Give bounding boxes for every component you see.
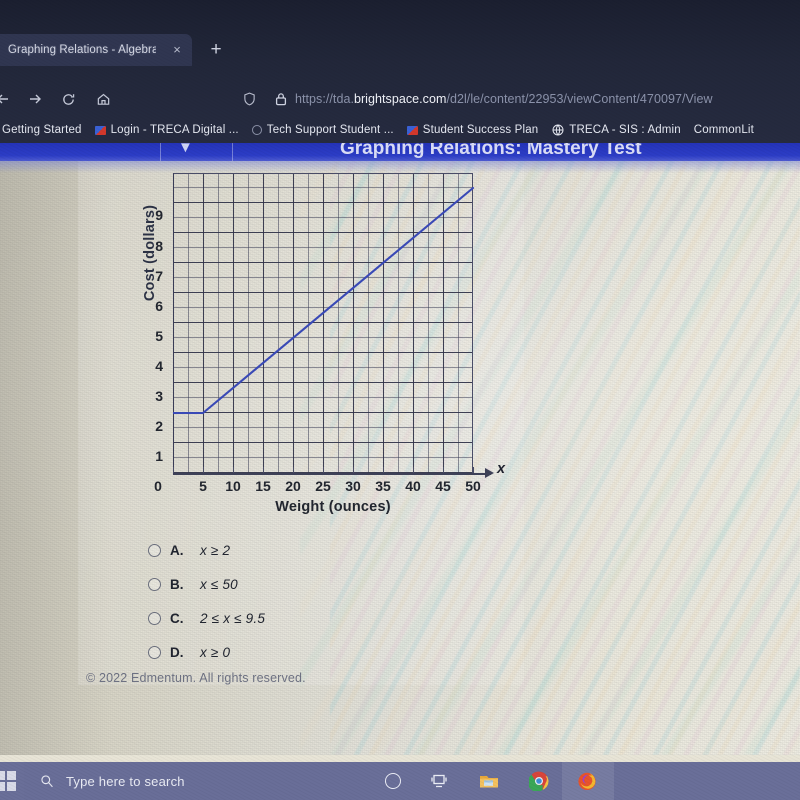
radio-button-d[interactable] [148,645,161,659]
x-tick-15: 15 [255,478,271,494]
x-tick-50: 50 [465,478,481,494]
bookmark-treca-sis-admin[interactable]: TRECA - SIS : Admin [551,124,681,137]
bookmark-label: Getting Started [2,124,82,136]
option-text: x ≤ 50 [200,576,238,592]
globe-icon [551,124,564,137]
file-explorer-icon[interactable] [478,770,500,792]
x-axis [173,473,491,475]
bookmark-label: TRECA - SIS : Admin [569,124,681,136]
url-path: /d2l/le/content/22953/viewContent/470097… [446,92,713,106]
bookmark-login-treca-digital[interactable]: Login - TRECA Digital ... [94,124,239,136]
option-letter: D. [170,644,184,660]
ssp-favicon-icon [406,125,418,135]
home-icon[interactable] [90,85,116,113]
browser-nav-row: https://tda.brightspace.com/d2l/le/conte… [0,85,800,115]
option-letter: C. [170,610,184,626]
x-tick-35: 35 [375,478,391,494]
header-divider [160,143,161,161]
task-view-icon[interactable] [428,770,450,792]
y-tick-4: 4 [155,358,163,374]
address-bar[interactable]: https://tda.brightspace.com/d2l/le/conte… [295,88,800,110]
radio-button-b[interactable] [148,577,161,591]
y-tick-1: 1 [155,448,163,464]
radio-button-c[interactable] [148,611,161,625]
page-viewport: ▼ Graphing Relations: Mastery Test Cost … [0,143,800,755]
bookmark-label: Student Success Plan [422,124,539,136]
x-tick-0: 0 [154,478,162,494]
y-tick-3: 3 [155,388,163,404]
close-icon[interactable]: × [170,43,184,57]
y-tick-6: 6 [155,298,163,314]
treca-favicon-icon [94,125,106,135]
answer-option-a[interactable]: A. x ≥ 2 [148,533,478,567]
bookmark-label: CommonLit [693,124,754,136]
forward-arrow-icon[interactable] [22,85,48,113]
chrome-icon[interactable] [528,770,550,792]
new-tab-button[interactable]: + [206,40,226,60]
answer-option-c[interactable]: C. 2 ≤ x ≤ 9.5 [148,601,478,635]
x-tick-45: 45 [435,478,451,494]
x-tick-25: 25 [315,478,331,494]
bookmark-tech-support-student[interactable]: Tech Support Student ... [251,124,394,136]
x-axis-label: Weight (ounces) [275,499,391,515]
y-tick-2: 2 [155,418,163,434]
reload-icon[interactable] [55,85,81,113]
search-placeholder: Type here to search [66,773,185,789]
bookmark-label: Tech Support Student ... [266,124,394,136]
bookmark-getting-started[interactable]: Getting Started [2,124,82,136]
option-text: 2 ≤ x ≤ 9.5 [200,610,266,626]
header-dropdown-icon[interactable]: ▼ [178,143,193,156]
lock-icon[interactable] [272,86,290,112]
y-tick-7: 7 [155,268,163,284]
answer-option-d[interactable]: D. x ≥ 0 [148,635,478,669]
y-tick-9: 9 [155,207,163,223]
x-tick-5: 5 [199,478,207,494]
x-tick-20: 20 [285,478,301,494]
copyright-notice: © 2022 Edmentum. All rights reserved. [86,671,306,685]
windows-start-icon[interactable] [0,771,16,791]
bookmarks-bar: Getting Started Login - TRECA Digital ..… [0,118,800,142]
option-letter: B. [170,576,184,592]
back-arrow-icon[interactable] [0,85,16,113]
shield-icon[interactable] [240,86,258,112]
answer-choices: A. x ≥ 2 B. x ≤ 50 C. 2 ≤ x ≤ 9.5 D. x ≥… [148,533,478,669]
cortana-icon[interactable] [382,770,404,792]
coordinate-graph: Cost (dollars) 9 8 7 6 5 4 3 2 1 x 0 5 1… [85,167,505,522]
data-line [173,186,475,415]
windows-taskbar: Type here to search [0,762,800,800]
x-axis-variable: x [497,461,506,477]
browser-chrome: Graphing Relations - Algebra × + https:/… [0,0,800,143]
y-tick-5: 5 [155,328,163,344]
radio-button-a[interactable] [148,543,161,557]
url-host: brightspace.com [353,92,447,106]
header-divider [232,143,233,161]
screenshot-root: Graphing Relations - Algebra × + https:/… [0,0,800,800]
option-letter: A. [170,542,184,558]
answer-option-b[interactable]: B. x ≤ 50 [148,567,478,601]
search-input[interactable]: Type here to search [24,762,370,800]
course-header-bar: ▼ Graphing Relations: Mastery Test [0,143,800,161]
x-tick-30: 30 [345,478,361,494]
browser-tab[interactable]: Graphing Relations - Algebra [0,34,192,66]
x-tick-10: 10 [225,478,241,494]
bookmark-commonlit[interactable]: CommonLit [694,124,754,136]
page-title: Graphing Relations: Mastery Test [340,143,642,159]
url-prefix: https://tda. [295,92,354,106]
bookmark-student-success-plan[interactable]: Student Success Plan [406,124,539,136]
search-icon [40,774,54,788]
x-axis-arrow-icon [485,468,494,478]
option-text: x ≥ 0 [200,644,231,660]
browser-tab-title: Graphing Relations - Algebra [8,44,156,56]
firefox-icon[interactable] [576,770,598,792]
circle-favicon-icon [251,125,262,135]
y-tick-8: 8 [155,238,163,254]
bookmark-label: Login - TRECA Digital ... [110,124,239,136]
option-text: x ≥ 2 [200,542,231,558]
x-tick-40: 40 [405,478,421,494]
